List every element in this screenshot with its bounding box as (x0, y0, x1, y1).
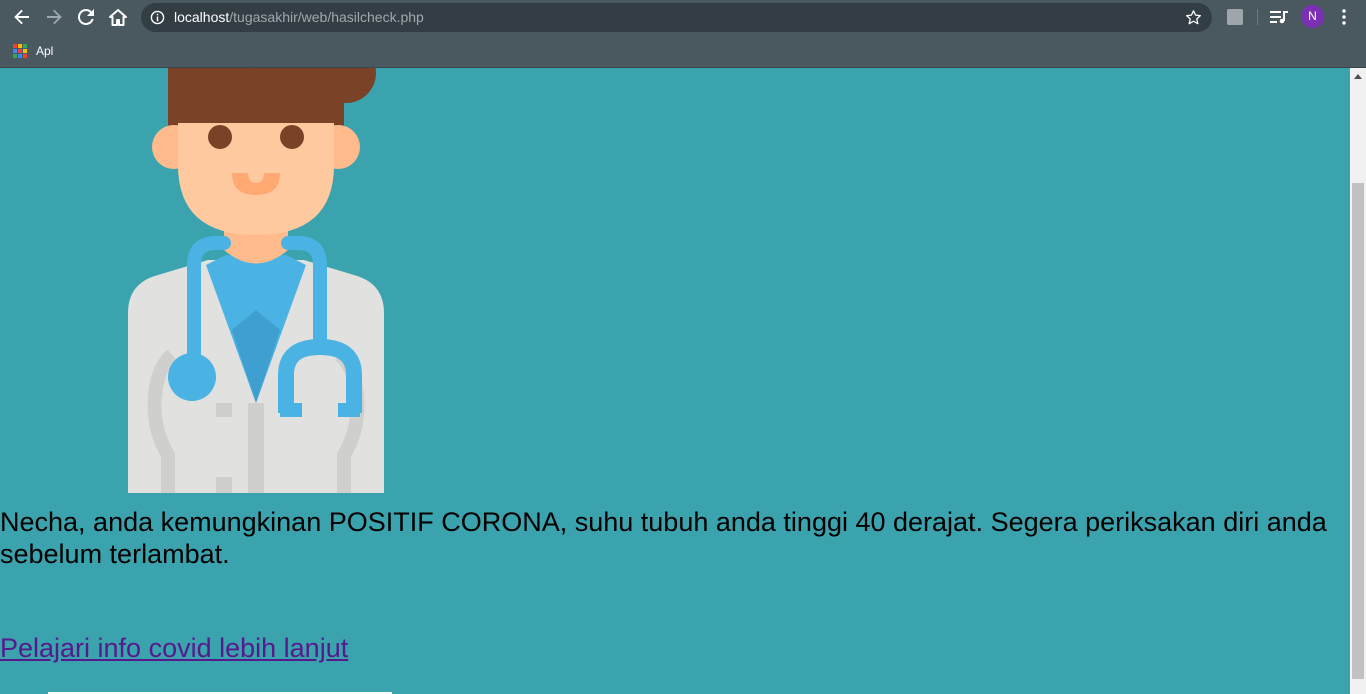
info-icon[interactable] (150, 10, 165, 25)
back-button[interactable] (10, 5, 34, 29)
address-bar[interactable]: localhost/tugasakhir/web/hasilcheck.php (141, 3, 1212, 32)
media-queue-button[interactable] (1267, 5, 1291, 29)
url-text[interactable]: localhost/tugasakhir/web/hasilcheck.php (174, 3, 424, 32)
kebab-menu-icon (1342, 9, 1346, 25)
reload-button[interactable] (74, 5, 98, 29)
chevron-up-icon (1354, 74, 1362, 79)
page-viewport: Necha, anda kemungkinan POSITIF CORONA, … (0, 68, 1350, 694)
home-icon (109, 8, 127, 26)
scroll-up-button[interactable] (1350, 68, 1366, 85)
scrollbar-thumb[interactable] (1352, 183, 1364, 679)
result-message: Necha, anda kemungkinan POSITIF CORONA, … (0, 507, 1327, 569)
media-queue-icon (1270, 11, 1288, 24)
doctor-illustration (128, 68, 384, 493)
bookmarks-bar: Apl (0, 35, 1366, 68)
bookmark-apps[interactable]: Apl (13, 41, 53, 61)
url-host: localhost (174, 9, 230, 25)
vertical-scrollbar[interactable] (1350, 68, 1366, 694)
forward-arrow-icon (47, 9, 62, 25)
reload-icon (78, 9, 94, 25)
bookmark-label: Apl (36, 44, 54, 58)
extension-icon[interactable] (1227, 9, 1243, 25)
forward-button[interactable] (42, 5, 66, 29)
browser-toolbar: localhost/tugasakhir/web/hasilcheck.php … (0, 0, 1366, 35)
covid-info-link[interactable]: Pelajari info covid lebih lanjut (0, 632, 348, 664)
browser-menu-button[interactable] (1332, 5, 1356, 29)
star-icon[interactable] (1185, 9, 1202, 26)
apps-grid-icon (13, 44, 27, 58)
back-arrow-icon (14, 9, 29, 25)
profile-avatar[interactable]: N (1301, 5, 1324, 28)
toolbar-separator (1257, 9, 1258, 25)
home-button[interactable] (106, 5, 130, 29)
url-path: /tugasakhir/web/hasilcheck.php (229, 9, 424, 25)
